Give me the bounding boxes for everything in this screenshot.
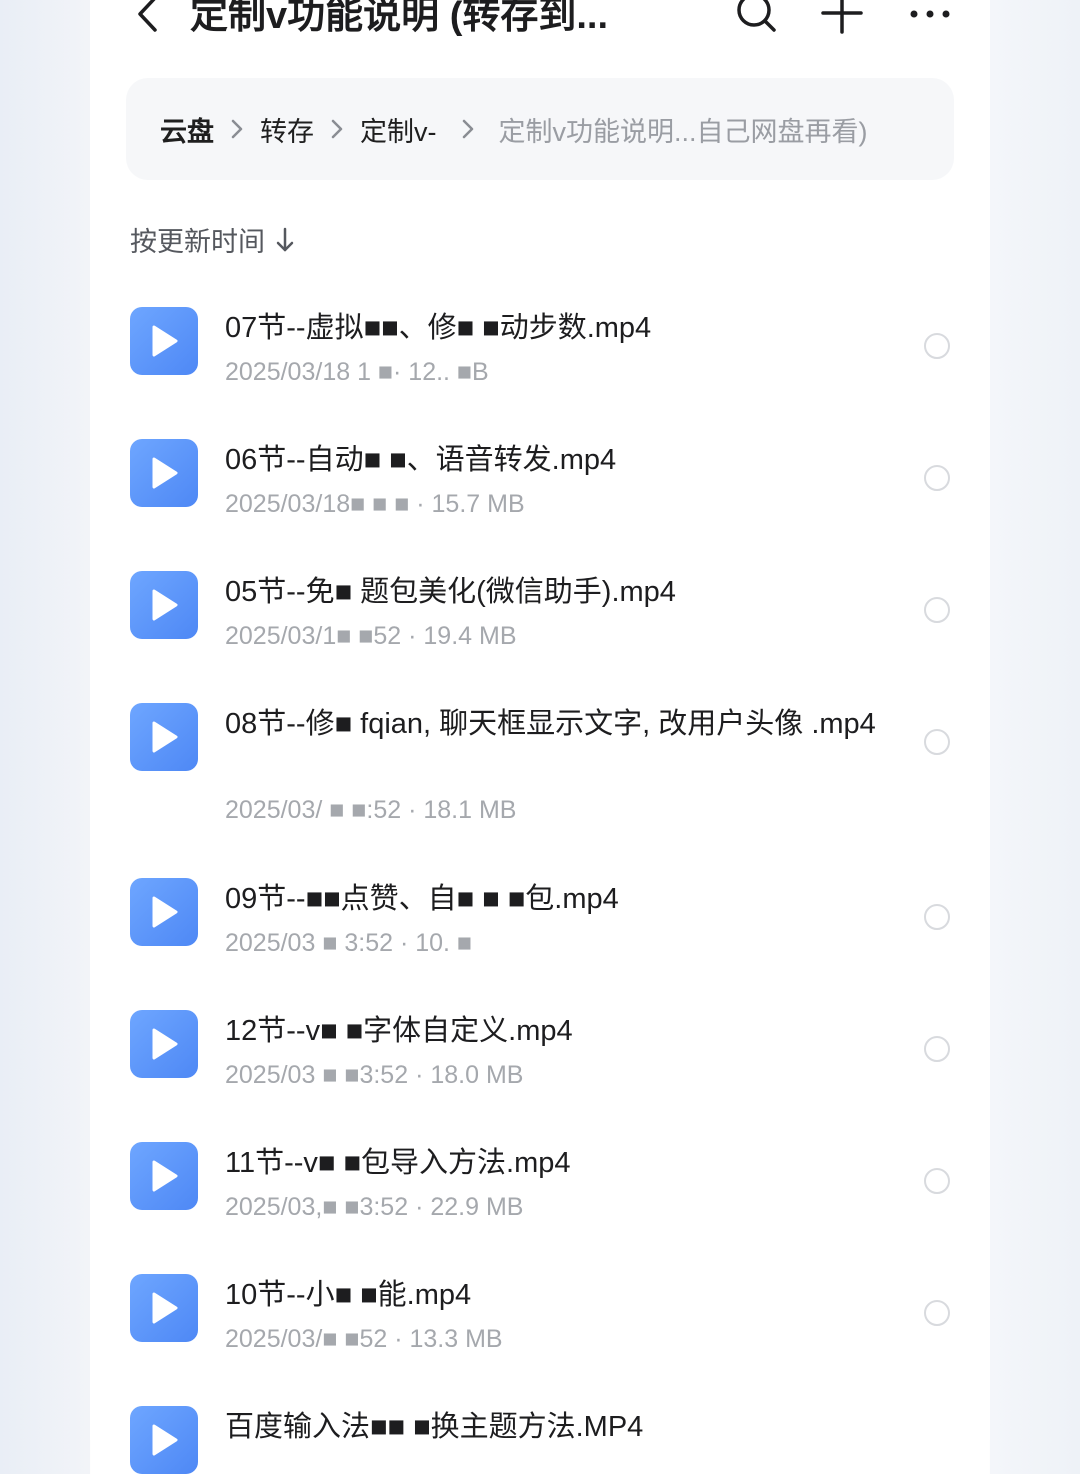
video-file-icon bbox=[130, 703, 198, 771]
more-icon bbox=[908, 0, 952, 41]
file-name: 12节--v■ ■字体自定义.mp4 bbox=[225, 1015, 573, 1047]
file-name: 05节--免■ 题包美化(微信助手).mp4 bbox=[225, 576, 676, 608]
breadcrumb-item-cloud[interactable]: 云盘 bbox=[160, 110, 214, 149]
file-name: 10节--小■ ■能.mp4 bbox=[225, 1279, 472, 1311]
select-checkbox[interactable] bbox=[924, 1168, 950, 1194]
plus-icon bbox=[820, 0, 864, 41]
add-button[interactable] bbox=[818, 0, 866, 40]
more-button[interactable] bbox=[906, 0, 954, 40]
file-meta: 2025/03/18■ ■ ■ · 15.7 MB bbox=[225, 490, 525, 518]
search-icon bbox=[734, 0, 778, 41]
chevron-right-icon bbox=[437, 118, 499, 140]
file-name: 08节--修■ fqian, 聊天框显示文字, 改用户头像 .mp4 bbox=[225, 708, 876, 740]
select-checkbox[interactable] bbox=[924, 1300, 950, 1326]
file-name: 06节--自动■ ■、语音转发.mp4 bbox=[225, 444, 617, 476]
back-icon bbox=[135, 0, 161, 39]
video-file-icon bbox=[130, 1406, 198, 1474]
video-file-icon bbox=[130, 1010, 198, 1078]
video-file-icon bbox=[130, 307, 198, 375]
file-name: 07节--虚拟■■、修■ ■动步数.mp4 bbox=[225, 312, 652, 344]
breadcrumb-item-current: 定制v功能说明...自己网盘再看) bbox=[498, 116, 868, 147]
video-file-icon bbox=[130, 1274, 198, 1342]
file-name: 11节--v■ ■包导入方法.mp4 bbox=[225, 1147, 571, 1179]
file-meta: 2025/03/■ ■52 · 13.3 MB bbox=[225, 1325, 503, 1353]
file-meta: 2025/03,■ ■3:52 · 22.9 MB bbox=[225, 1193, 524, 1221]
select-checkbox[interactable] bbox=[924, 597, 950, 623]
video-file-icon bbox=[130, 1142, 198, 1210]
breadcrumb-item-transfer[interactable]: 转存 bbox=[260, 110, 314, 149]
chevron-right-icon bbox=[314, 118, 360, 140]
file-meta: 2025/03/ ■ ■:52 · 18.1 MB bbox=[225, 796, 517, 824]
breadcrumb: 云盘 转存 定制v- 定制v功能说明...自己网盘再看) bbox=[126, 78, 954, 180]
chevron-right-icon bbox=[214, 118, 260, 140]
file-meta: 2025/03 ■ 3:52 · 10. ■ bbox=[225, 929, 473, 957]
arrow-down-icon bbox=[275, 226, 295, 254]
file-meta: 2025/03/1■ ■52 · 19.4 MB bbox=[225, 622, 517, 650]
select-checkbox[interactable] bbox=[924, 1036, 950, 1062]
video-file-icon bbox=[130, 878, 198, 946]
video-file-icon bbox=[130, 571, 198, 639]
file-name: 09节--■■点赞、自■ ■ ■包.mp4 bbox=[225, 883, 619, 915]
file-name: 百度输入法■■ ■换主题方法.MP4 bbox=[225, 1411, 644, 1443]
breadcrumb-item-custom[interactable]: 定制v- bbox=[360, 110, 437, 149]
top-bar: 定制v功能说明 (转存到... bbox=[90, 0, 990, 60]
video-file-icon bbox=[130, 439, 198, 507]
select-checkbox[interactable] bbox=[924, 729, 950, 755]
select-checkbox[interactable] bbox=[924, 465, 950, 491]
back-button[interactable] bbox=[128, 0, 168, 38]
file-meta: 2025/03 ■ ■3:52 · 18.0 MB bbox=[225, 1061, 524, 1089]
sort-label: 按更新时间 bbox=[130, 227, 265, 257]
file-meta: 2025/03/18 1 ■· 12.. ■B bbox=[225, 358, 489, 386]
select-checkbox[interactable] bbox=[924, 904, 950, 930]
sort-button[interactable]: 按更新时间 bbox=[130, 220, 295, 259]
app-screen: 定制v功能说明 (转存到... 云盘 转存 定制v- 定制v功能说明...自己网… bbox=[90, 0, 990, 1474]
search-button[interactable] bbox=[732, 0, 780, 40]
select-checkbox[interactable] bbox=[924, 333, 950, 359]
page-title: 定制v功能说明 (转存到... bbox=[190, 0, 609, 37]
